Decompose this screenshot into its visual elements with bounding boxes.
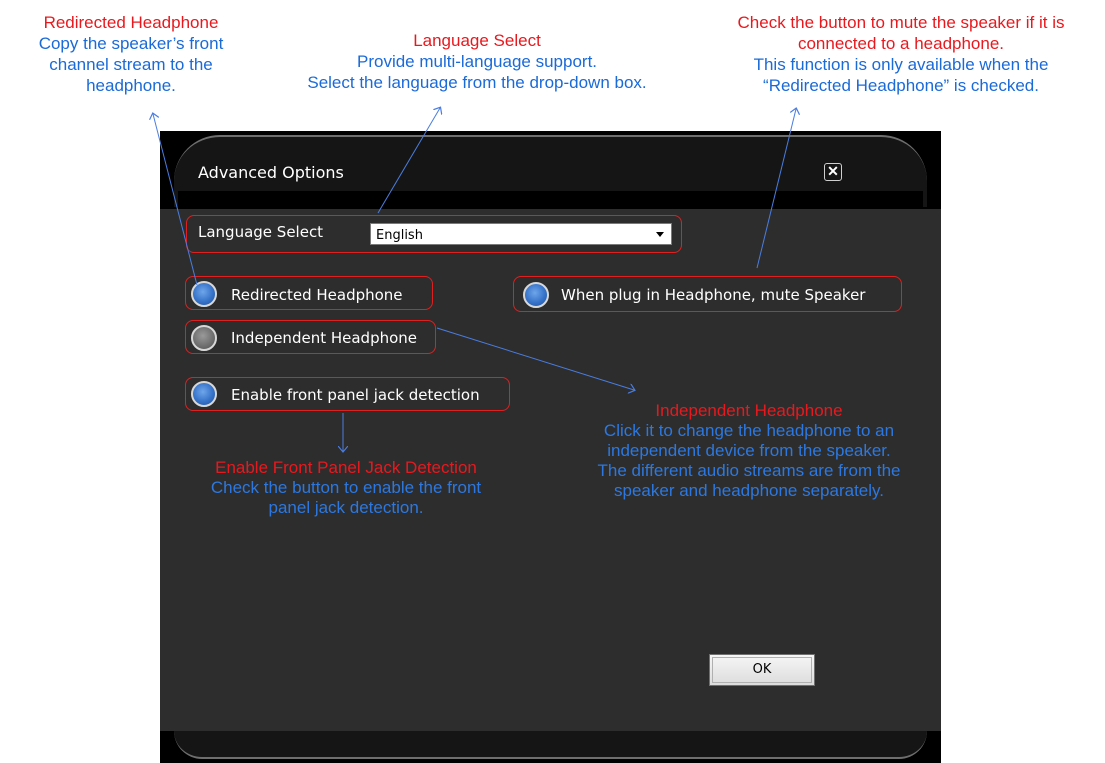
annotation-arrows (0, 0, 1105, 763)
arrow-redirected (153, 114, 198, 286)
arrow-language (377, 108, 440, 214)
arrow-mute (756, 109, 796, 269)
arrow-independent (436, 327, 634, 390)
